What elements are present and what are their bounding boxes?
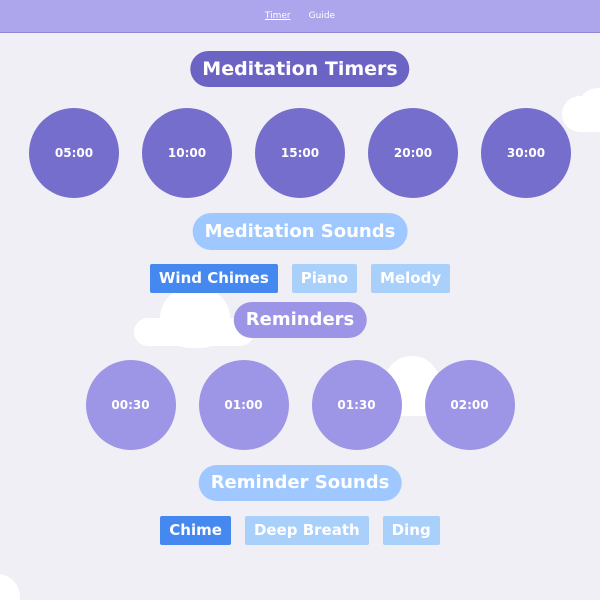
meditation-timers-row: 05:00 10:00 15:00 20:00 30:00	[0, 108, 600, 198]
reminder-sounds-row: Chime Deep Breath Ding	[0, 516, 600, 545]
top-nav: Timer Guide	[0, 0, 600, 33]
meditation-sounds-heading: Meditation Sounds	[192, 213, 408, 250]
reminder-sound-button-deep-breath[interactable]: Deep Breath	[244, 516, 369, 545]
reminder-option-1min30[interactable]: 01:30	[311, 360, 402, 450]
cloud-decoration	[0, 574, 20, 600]
sound-button-melody[interactable]: Melody	[371, 264, 451, 293]
sound-button-wind-chimes[interactable]: Wind Chimes	[149, 264, 278, 293]
reminder-option-2min[interactable]: 02:00	[424, 360, 515, 450]
timer-option-20min[interactable]: 20:00	[368, 108, 458, 198]
reminder-sounds-heading: Reminder Sounds	[198, 465, 402, 501]
cloud-decoration	[160, 288, 230, 348]
timer-option-30min[interactable]: 30:00	[481, 108, 571, 198]
meditation-timers-heading: Meditation Timers	[190, 51, 410, 87]
sound-button-piano[interactable]: Piano	[291, 264, 358, 293]
timer-option-10min[interactable]: 10:00	[142, 108, 232, 198]
reminders-heading: Reminders	[233, 302, 367, 338]
reminder-option-30s[interactable]: 00:30	[85, 360, 176, 450]
nav-link-guide[interactable]: Guide	[309, 11, 335, 21]
timer-option-5min[interactable]: 05:00	[29, 108, 119, 198]
reminders-row: 00:30 01:00 01:30 02:00	[0, 360, 600, 450]
meditation-sounds-row: Wind Chimes Piano Melody	[0, 264, 600, 293]
nav-link-timer[interactable]: Timer	[265, 11, 291, 21]
reminder-option-1min[interactable]: 01:00	[198, 360, 289, 450]
reminder-sound-button-chime[interactable]: Chime	[160, 516, 231, 545]
timer-option-15min[interactable]: 15:00	[255, 108, 345, 198]
reminder-sound-button-ding[interactable]: Ding	[382, 516, 440, 545]
page: Timer Guide Meditation Timers 05:00 10:0…	[0, 0, 600, 600]
